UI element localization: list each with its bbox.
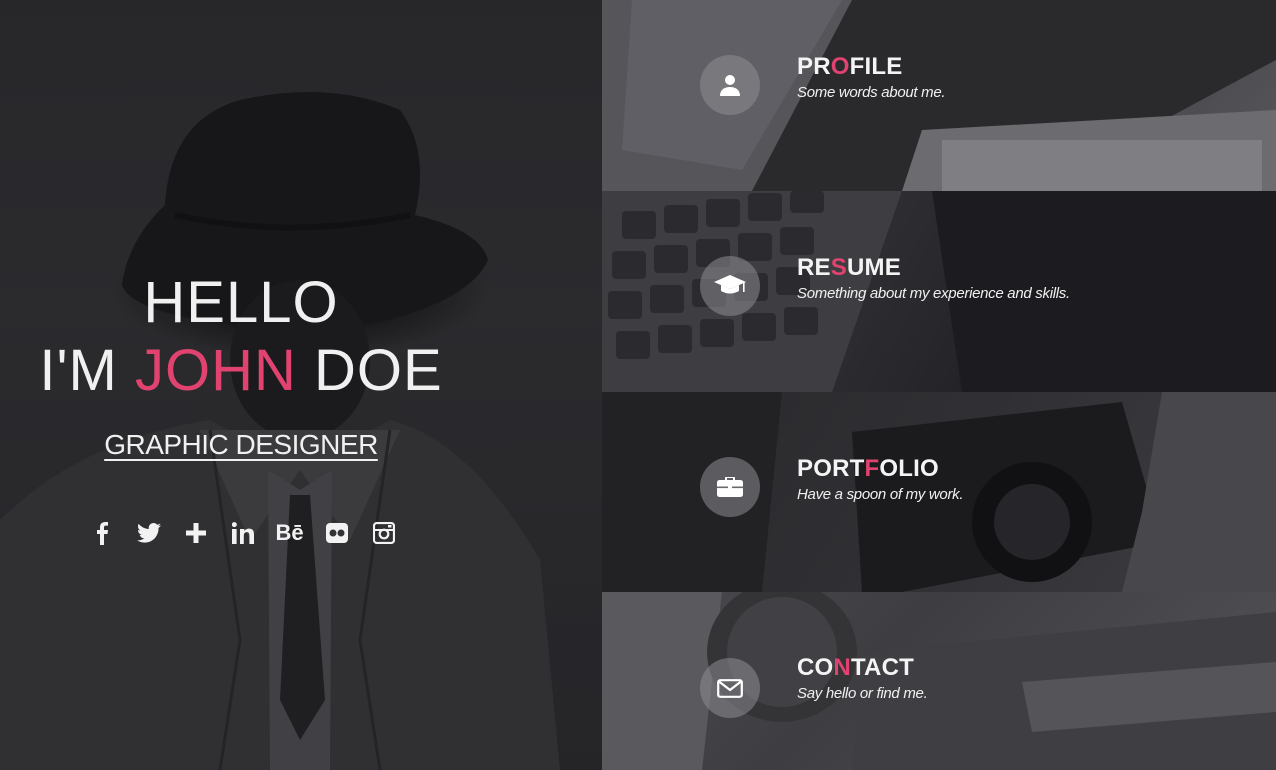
briefcase-icon xyxy=(717,477,743,497)
panel-portfolio[interactable]: PORTFOLIO Have a spoon of my work. xyxy=(602,392,1276,592)
name-suffix: DOE xyxy=(296,338,443,403)
twitter-icon xyxy=(136,523,161,543)
title-part: TACT xyxy=(850,654,914,681)
greeting-heading: HELLO xyxy=(143,270,339,335)
title-part: RE xyxy=(797,254,831,281)
panel-profile-text: PROFILE Some words about me. xyxy=(797,53,946,103)
linkedin-icon xyxy=(231,522,254,544)
title-accent: N xyxy=(833,654,851,681)
linkedin-link[interactable] xyxy=(219,515,266,551)
google-plus-link[interactable] xyxy=(172,515,219,551)
title-accent: S xyxy=(830,254,847,281)
title-part: OLIO xyxy=(879,455,939,482)
panel-portfolio-subtitle: Have a spoon of my work. xyxy=(797,486,964,503)
hero-section: HELLO I'M JOHN DOE GRAPHIC DESIGNER Bē xyxy=(0,0,602,770)
instagram-icon xyxy=(372,522,395,544)
panel-resume-icon-circle xyxy=(700,256,760,316)
panel-profile[interactable]: PROFILE Some words about me. xyxy=(602,0,1276,191)
panel-resume-subtitle: Something about my experience and skills… xyxy=(797,285,1070,302)
title-part: FILE xyxy=(849,53,903,80)
envelope-icon xyxy=(717,678,743,698)
role-link[interactable]: GRAPHIC DESIGNER xyxy=(104,428,378,462)
flickr-link[interactable] xyxy=(313,515,360,551)
panel-contact[interactable]: CONTACT Say hello or find me. xyxy=(602,592,1276,770)
panel-resume-text: RESUME Something about my experience and… xyxy=(797,254,1070,304)
title-part: CO xyxy=(797,654,834,681)
panel-profile-icon-circle xyxy=(700,55,760,115)
panel-contact-subtitle: Say hello or find me. xyxy=(797,685,928,702)
panel-portfolio-text: PORTFOLIO Have a spoon of my work. xyxy=(797,455,964,505)
behance-link[interactable]: Bē xyxy=(266,515,313,551)
title-part: PORT xyxy=(797,455,865,482)
facebook-icon xyxy=(96,522,108,545)
name-prefix: I'M xyxy=(39,338,135,403)
user-icon xyxy=(720,75,740,96)
instagram-link[interactable] xyxy=(360,515,407,551)
panel-resume[interactable]: RESUME Something about my experience and… xyxy=(602,191,1276,392)
navigation-panels: PROFILE Some words about me. RESUME Some… xyxy=(602,0,1276,770)
panel-contact-title: CONTACT xyxy=(797,654,927,682)
panel-resume-title: RESUME xyxy=(797,254,1070,282)
behance-icon: Bē xyxy=(275,520,304,545)
title-part: PR xyxy=(797,53,831,80)
facebook-link[interactable] xyxy=(78,515,125,551)
title-part: UME xyxy=(846,254,901,281)
title-accent: O xyxy=(830,53,850,80)
panel-portfolio-title: PORTFOLIO xyxy=(797,455,963,483)
panel-contact-text: CONTACT Say hello or find me. xyxy=(797,654,928,704)
panel-profile-subtitle: Some words about me. xyxy=(797,84,946,101)
graduation-cap-icon xyxy=(714,275,746,294)
plus-icon xyxy=(185,523,206,543)
flickr-icon xyxy=(325,523,348,543)
name-highlight: JOHN xyxy=(134,338,297,403)
social-links: Bē xyxy=(78,515,407,551)
panel-profile-title: PROFILE xyxy=(797,53,945,81)
title-accent: F xyxy=(864,455,880,482)
twitter-link[interactable] xyxy=(125,515,172,551)
hero-text-block: HELLO I'M JOHN DOE GRAPHIC DESIGNER xyxy=(0,270,482,462)
panel-portfolio-icon-circle xyxy=(700,457,760,517)
panel-contact-icon-circle xyxy=(700,658,760,718)
name-heading: I'M JOHN DOE xyxy=(0,336,482,406)
